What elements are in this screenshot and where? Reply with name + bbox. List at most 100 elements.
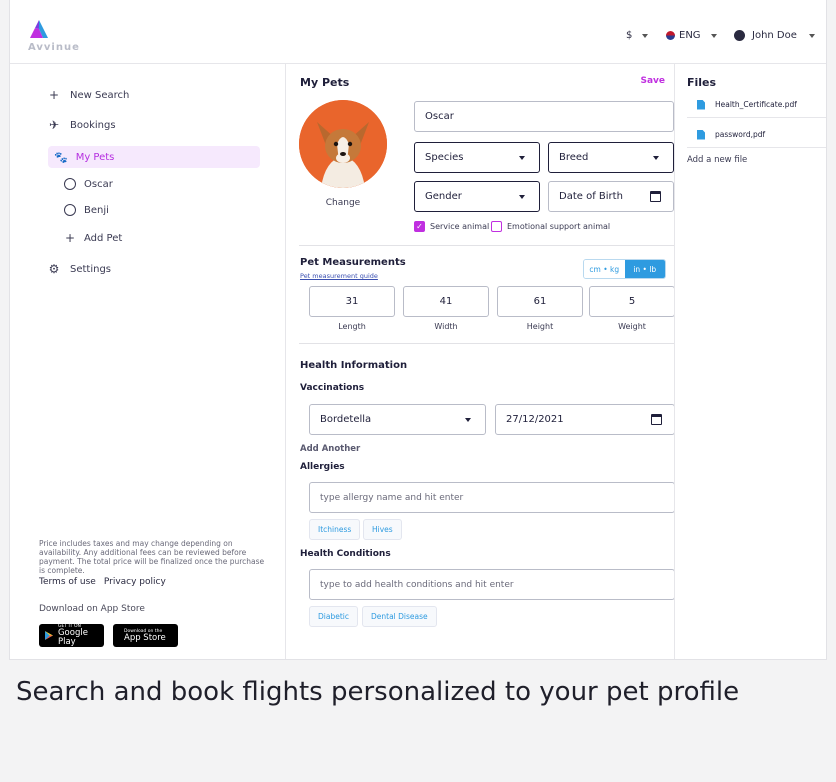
- pet-photo[interactable]: [299, 100, 387, 188]
- allergy-tag-hives[interactable]: Hives: [363, 519, 402, 540]
- language-selector[interactable]: ENG: [666, 30, 717, 41]
- add-pet-button[interactable]: + Add Pet: [64, 231, 122, 245]
- save-button[interactable]: Save: [640, 76, 665, 86]
- user-avatar-icon: [734, 30, 745, 41]
- page-title: My Pets: [300, 76, 350, 89]
- allergies-title: Allergies: [300, 462, 345, 472]
- emotional-support-checkbox[interactable]: Emotional support animal: [491, 221, 610, 232]
- app-window: Avvinue $ ENG John Doe + New Search ✈ Bo…: [9, 0, 827, 660]
- files-title: Files: [687, 76, 717, 89]
- length-input[interactable]: 31: [309, 286, 395, 317]
- calendar-icon[interactable]: [650, 191, 661, 202]
- vaccine-value: Bordetella: [320, 414, 372, 425]
- sidebar-item-label: Oscar: [84, 178, 113, 190]
- user-name: John Doe: [752, 30, 797, 41]
- length-label: Length: [338, 322, 366, 331]
- height-label: Height: [526, 322, 554, 331]
- google-play-badge[interactable]: GET IT ON Google Play: [39, 624, 104, 647]
- date-of-birth-label: Date of Birth: [559, 191, 623, 202]
- plus-icon: +: [64, 231, 76, 245]
- weight-input[interactable]: 5: [589, 286, 675, 317]
- file-icon: [697, 129, 705, 140]
- vaccinations-title: Vaccinations: [300, 383, 365, 393]
- gender-select[interactable]: Gender: [414, 181, 540, 212]
- calendar-icon[interactable]: [651, 414, 662, 425]
- privacy-link[interactable]: Privacy policy: [104, 577, 166, 587]
- emotional-support-label: Emotional support animal: [507, 222, 611, 231]
- allergy-tag-itchiness[interactable]: Itchiness: [309, 519, 361, 540]
- vaccine-select[interactable]: Bordetella: [309, 404, 486, 435]
- condition-tag-diabetic[interactable]: Diabetic: [309, 606, 358, 627]
- radio-icon: [64, 204, 76, 216]
- legal-links: Terms of use Privacy policy: [39, 577, 166, 587]
- change-photo-button[interactable]: Change: [299, 198, 387, 208]
- allergies-input[interactable]: type allergy name and hit enter: [309, 482, 675, 513]
- sidebar-item-bookings[interactable]: ✈ Bookings: [48, 118, 116, 132]
- pet-name-input[interactable]: Oscar: [414, 101, 674, 132]
- chevron-down-icon: [642, 33, 649, 38]
- dog-illustration: [299, 100, 387, 188]
- sidebar: + New Search ✈ Bookings 🐾 My Pets Oscar …: [10, 64, 286, 659]
- sidebar-item-label: Settings: [70, 263, 112, 275]
- sidebar-item-label: My Pets: [75, 151, 115, 163]
- file-item[interactable]: Health_Certificate.pdf: [687, 92, 826, 118]
- chevron-down-icon: [808, 33, 815, 38]
- sidebar-item-label: Bookings: [70, 119, 116, 131]
- weight-label: Weight: [618, 322, 646, 331]
- unit-toggle[interactable]: cm • kg in • lb: [583, 259, 666, 279]
- brand-name: Avvinue: [28, 42, 80, 53]
- sidebar-item-new-search[interactable]: + New Search: [48, 88, 129, 102]
- add-another-vaccine-button[interactable]: Add Another: [300, 444, 360, 454]
- sidebar-item-settings[interactable]: ⚙ Settings: [48, 262, 111, 276]
- health-conditions-title: Health Conditions: [300, 549, 391, 559]
- chevron-down-icon: [710, 33, 717, 38]
- breed-label: Breed: [559, 152, 589, 163]
- unit-imperial-option[interactable]: in • lb: [624, 260, 665, 278]
- service-animal-checkbox[interactable]: ✓ Service animal: [414, 221, 489, 232]
- sidebar-item-my-pets[interactable]: 🐾 My Pets: [48, 146, 260, 168]
- sidebar-item-label: Benji: [84, 204, 109, 216]
- file-item[interactable]: password,pdf: [687, 122, 826, 148]
- currency-label: $: [626, 30, 633, 41]
- brand-logo-icon[interactable]: [30, 20, 48, 38]
- chevron-down-icon: [465, 418, 471, 422]
- caption: Search and book flights personalized to …: [16, 677, 740, 707]
- chevron-down-icon: [519, 156, 525, 160]
- vaccine-date-input[interactable]: 27/12/2021: [495, 404, 675, 435]
- unit-metric-option[interactable]: cm • kg: [584, 260, 625, 278]
- terms-link[interactable]: Terms of use: [39, 577, 96, 587]
- download-label: Download on App Store: [39, 604, 145, 614]
- condition-tag-dental-disease[interactable]: Dental Disease: [362, 606, 437, 627]
- width-input[interactable]: 41: [403, 286, 489, 317]
- height-input[interactable]: 61: [497, 286, 583, 317]
- file-icon: [697, 99, 705, 110]
- app-store-badge[interactable]: Download on the App Store: [113, 624, 178, 647]
- species-select[interactable]: Species: [414, 142, 540, 173]
- measurement-guide-link[interactable]: Pet measurement guide: [300, 272, 378, 280]
- measurements-title: Pet Measurements: [300, 257, 406, 268]
- breed-select[interactable]: Breed: [548, 142, 674, 173]
- us-flag-icon: [666, 31, 675, 40]
- chevron-down-icon: [653, 156, 659, 160]
- files-panel: Files Health_Certificate.pdf password,pd…: [674, 64, 826, 659]
- apple-badge-big: App Store: [124, 632, 166, 643]
- file-name: password,pdf: [715, 130, 766, 139]
- sidebar-item-pet-benji[interactable]: Benji: [64, 204, 109, 216]
- user-menu[interactable]: John Doe: [734, 30, 815, 41]
- section-divider: [299, 245, 675, 246]
- add-file-button[interactable]: Add a new file: [687, 155, 747, 165]
- airplane-icon: ✈: [48, 118, 60, 132]
- chevron-down-icon: [519, 195, 525, 199]
- checkbox-unchecked-icon: [491, 221, 502, 232]
- gear-icon: ⚙: [48, 262, 60, 276]
- checkbox-checked-icon: ✓: [414, 221, 425, 232]
- health-conditions-input[interactable]: type to add health conditions and hit en…: [309, 569, 675, 600]
- sidebar-item-pet-oscar[interactable]: Oscar: [64, 178, 113, 190]
- section-divider: [299, 343, 675, 344]
- date-of-birth-input[interactable]: Date of Birth: [548, 181, 674, 212]
- google-badge-big: Google Play: [57, 628, 88, 647]
- health-title: Health Information: [300, 360, 408, 371]
- language-label: ENG: [679, 30, 701, 41]
- currency-selector[interactable]: $: [626, 30, 649, 41]
- species-label: Species: [425, 152, 464, 163]
